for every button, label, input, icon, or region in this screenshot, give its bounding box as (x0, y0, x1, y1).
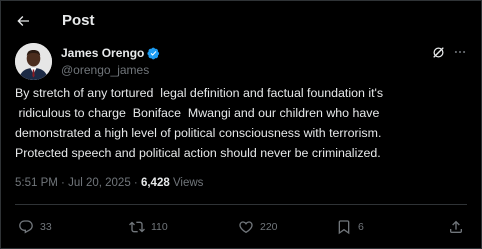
arrow-left-icon (17, 16, 29, 26)
like-count: 220 (260, 221, 278, 233)
action-bar: 33 110 220 6 (0, 213, 482, 243)
meta-separator: · (57, 177, 69, 189)
page-title: Post (62, 12, 95, 29)
post-header: Post (0, 0, 480, 42)
avatar[interactable] (15, 43, 52, 80)
repost-icon (129, 221, 145, 233)
author-name[interactable]: James Orengo (61, 46, 144, 60)
verified-badge-icon (147, 47, 160, 59)
avatar-image (15, 43, 52, 80)
heart-icon (239, 221, 253, 234)
reply-count: 33 (40, 221, 52, 233)
tweet-time[interactable]: 5:51 PM (15, 177, 58, 189)
author-handle[interactable]: @orengo_james (61, 63, 160, 77)
bookmark-button[interactable]: 6 (336, 219, 364, 235)
grok-button[interactable] (428, 42, 448, 62)
tweet-meta: 5:51 PM · Jul 20, 2025 · 6,428 Views (15, 177, 203, 189)
more-options-button[interactable] (450, 42, 470, 62)
meta-separator: · (130, 177, 141, 189)
bookmark-icon (338, 220, 350, 235)
reply-icon (19, 220, 33, 234)
bookmark-count: 6 (358, 221, 364, 233)
more-icon (454, 50, 466, 54)
views-count: 6,428 (140, 177, 170, 189)
like-button[interactable]: 220 (238, 219, 278, 235)
author-block: James Orengo @orengo_james (61, 45, 160, 77)
views-label: Views (169, 177, 204, 189)
tweet-date[interactable]: Jul 20, 2025 (68, 177, 131, 189)
share-icon (450, 220, 462, 233)
repost-count: 110 (151, 221, 168, 233)
divider (15, 204, 467, 205)
repost-button[interactable]: 110 (129, 219, 168, 235)
share-button[interactable] (448, 219, 464, 235)
reply-button[interactable]: 33 (18, 219, 52, 235)
back-button[interactable] (10, 8, 36, 34)
tweet-text: By stretch of any tortured legal definit… (15, 86, 384, 160)
author-name-row: James Orengo (61, 45, 160, 61)
grok-icon (432, 46, 444, 58)
